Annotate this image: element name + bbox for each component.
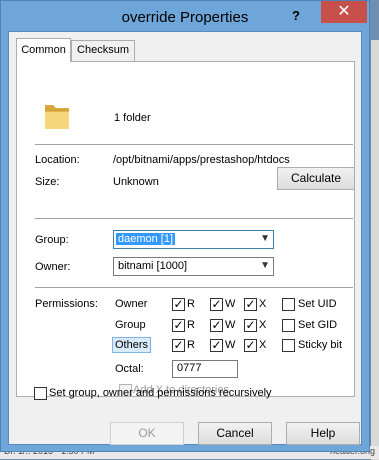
others-read-checkbox[interactable]: ✓ [172,339,185,352]
others-write-checkbox[interactable]: ✓ [210,339,223,352]
permission-row-group-label: Group [115,319,146,331]
chevron-down-icon: ▼ [260,233,270,244]
owner-execute-checkbox[interactable]: ✓ [244,298,257,311]
set-gid-checkbox[interactable] [282,319,295,332]
folder-count: 1 folder [114,112,151,124]
help-title-button[interactable]: ? [285,7,307,25]
write-label: W [225,339,236,351]
recursive-checkbox[interactable] [34,387,47,400]
execute-label: X [259,298,267,310]
owner-selected-value: bitnami [1000] [118,260,188,272]
folder-icon [45,105,69,129]
tab-label: Checksum [77,44,129,56]
owner-select[interactable]: bitnami [1000] ▼ [113,257,274,276]
others-execute-checkbox[interactable]: ✓ [244,339,257,352]
read-label: R [187,339,195,351]
read-label: R [187,319,195,331]
size-value: Unknown [113,176,159,188]
permission-row-others-label: Others [111,337,152,353]
set-uid-label: Set UID [298,298,337,310]
tab-checksum[interactable]: Checksum [71,40,135,61]
separator [35,218,353,219]
tab-common[interactable]: Common [16,38,71,62]
owner-label: Owner: [35,261,71,273]
group-selected-value: daemon [1] [116,233,176,245]
group-label: Group: [35,234,69,246]
tab-label: Common [21,44,66,56]
close-icon: ✕ [337,3,351,20]
location-value: /opt/bitnami/apps/prestashop/htdocs [113,154,290,166]
common-tab-panel: 1 folder Location: /opt/bitnami/apps/pre… [16,61,355,397]
octal-input[interactable]: 0777 [172,360,238,378]
calculate-button[interactable]: Calculate [277,167,355,190]
window-title: override Properties [121,9,249,26]
separator [35,287,353,288]
group-write-checkbox[interactable]: ✓ [210,319,223,332]
location-label: Location: [35,154,80,166]
set-gid-label: Set GID [298,319,338,331]
octal-label: Octal: [115,363,144,375]
group-execute-checkbox[interactable]: ✓ [244,319,257,332]
write-label: W [225,319,236,331]
separator [35,144,353,145]
group-select[interactable]: daemon [1] ▼ [113,230,274,249]
set-uid-checkbox[interactable] [282,298,295,311]
dialog-body: Common Checksum 1 folder Location: /opt/… [8,31,362,445]
execute-label: X [259,339,267,351]
permission-row-owner-label: Owner [115,298,148,310]
execute-label: X [259,319,267,331]
write-label: W [225,298,236,310]
group-read-checkbox[interactable]: ✓ [172,319,185,332]
recursive-label: Set group, owner and permissions recursi… [49,387,272,399]
properties-dialog: override Properties ? ✕ Common Checksum … [0,0,370,452]
owner-read-checkbox[interactable]: ✓ [172,298,185,311]
size-label: Size: [35,176,60,188]
chevron-down-icon: ▼ [260,260,270,271]
ok-button[interactable]: OK [110,422,184,445]
read-label: R [187,298,195,310]
permissions-label: Permissions: [35,298,98,310]
owner-write-checkbox[interactable]: ✓ [210,298,223,311]
close-button[interactable]: ✕ [321,1,367,23]
background-window-edge [371,40,379,460]
cancel-button[interactable]: Cancel [198,422,272,445]
help-button[interactable]: Help [286,422,360,445]
sticky-bit-checkbox[interactable] [282,339,295,352]
sticky-bit-label: Sticky bit [298,339,343,351]
